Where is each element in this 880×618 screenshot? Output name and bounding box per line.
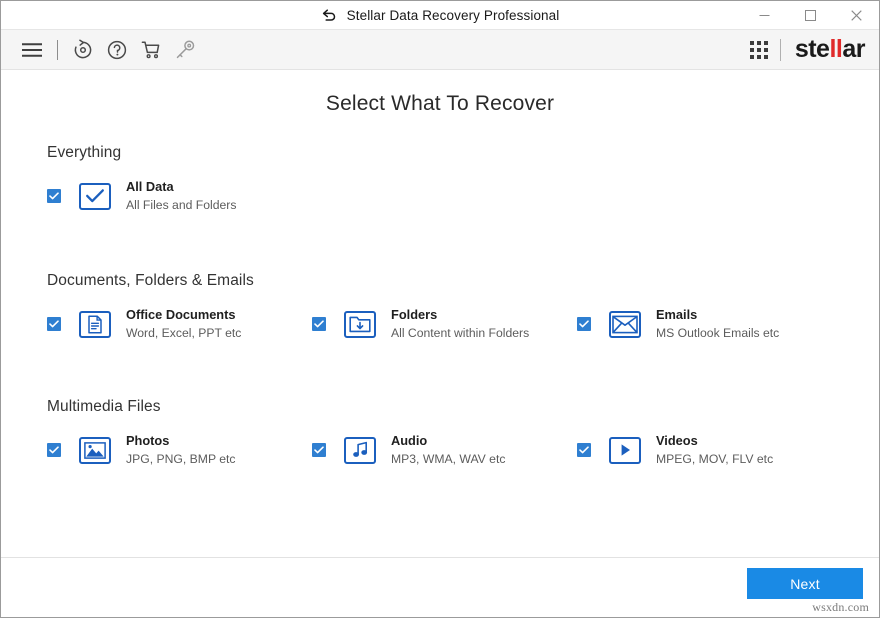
app-window: Stellar Data Recovery Professional stell… [0, 0, 880, 618]
next-button[interactable]: Next [747, 568, 863, 599]
checkbox-emails[interactable] [577, 317, 591, 331]
section-title: Multimedia Files [47, 398, 161, 415]
toolbar-right-group: stellar [749, 30, 866, 70]
envelope-icon[interactable] [609, 310, 641, 338]
option-sublabel: MPEG, MOV, FLV etc [656, 452, 774, 466]
logo-prefix: ste [794, 34, 830, 63]
option-labels: Emails MS Outlook Emails etc [656, 306, 779, 342]
option-emails[interactable]: Emails MS Outlook Emails etc [577, 306, 842, 342]
key-icon[interactable] [168, 35, 202, 65]
main-content: Select What To Recover Everything All Da… [1, 70, 879, 557]
toolbar-divider-right [779, 39, 781, 61]
option-sublabel: JPG, PNG, BMP etc [126, 452, 236, 466]
option-label: Folders [391, 307, 438, 322]
window-controls [741, 1, 879, 30]
refresh-restore-icon[interactable] [66, 35, 100, 65]
option-labels: Photos JPG, PNG, BMP etc [126, 432, 236, 468]
page-title: Select What To Recover [325, 92, 555, 115]
checkbox-videos[interactable] [577, 443, 591, 457]
help-icon[interactable] [100, 35, 134, 65]
hamburger-menu-icon[interactable] [15, 35, 49, 65]
logo-accent: ll [829, 34, 843, 63]
toolbar-left-group [15, 35, 202, 65]
checkbox-audio[interactable] [312, 443, 326, 457]
option-office-documents[interactable]: Office Documents Word, Excel, PPT etc [47, 306, 312, 342]
option-row: All Data All Files and Folders [47, 178, 879, 214]
option-sublabel: All Files and Folders [126, 198, 237, 212]
section-documents: Documents, Folders & Emails Office Docum… [1, 272, 879, 342]
apps-grid-icon[interactable] [749, 41, 768, 59]
option-all-data[interactable]: All Data All Files and Folders [47, 178, 312, 214]
play-icon[interactable] [609, 436, 641, 464]
photo-icon[interactable] [79, 436, 111, 464]
check-badge-icon[interactable] [79, 182, 111, 210]
option-row: Photos JPG, PNG, BMP etc Audio MP3, WMA,… [47, 432, 879, 468]
option-label: All Data [126, 179, 174, 194]
title-group: Stellar Data Recovery Professional [321, 8, 560, 23]
folder-download-icon[interactable] [344, 310, 376, 338]
section-title: Documents, Folders & Emails [47, 272, 254, 289]
checkbox-all-data[interactable] [47, 189, 61, 203]
section-multimedia: Multimedia Files Photos JPG, PNG, BMP et… [1, 398, 879, 468]
watermark: wsxdn.com [812, 600, 869, 614]
checkbox-photos[interactable] [47, 443, 61, 457]
option-labels: Folders All Content within Folders [391, 306, 529, 342]
title-bar: Stellar Data Recovery Professional [1, 1, 879, 30]
option-sublabel: MS Outlook Emails etc [656, 326, 780, 340]
document-icon[interactable] [79, 310, 111, 338]
window-title: Stellar Data Recovery Professional [346, 7, 560, 23]
option-sublabel: All Content within Folders [391, 326, 530, 340]
option-photos[interactable]: Photos JPG, PNG, BMP etc [47, 432, 312, 468]
option-sublabel: MP3, WMA, WAV etc [391, 452, 506, 466]
option-audio[interactable]: Audio MP3, WMA, WAV etc [312, 432, 577, 468]
option-folders[interactable]: Folders All Content within Folders [312, 306, 577, 342]
option-row: Office Documents Word, Excel, PPT etc Fo… [47, 306, 879, 342]
option-labels: All Data All Files and Folders [126, 178, 236, 214]
footer-bar: Next wsxdn.com [1, 557, 879, 617]
cart-icon[interactable] [134, 35, 168, 65]
logo-suffix: ar [842, 34, 865, 63]
option-label: Emails [656, 307, 698, 322]
section-title: Everything [47, 144, 122, 161]
option-labels: Office Documents Word, Excel, PPT etc [126, 306, 241, 342]
option-labels: Videos MPEG, MOV, FLV etc [656, 432, 773, 468]
music-note-icon[interactable] [344, 436, 376, 464]
close-button[interactable] [833, 1, 879, 30]
checkbox-folders[interactable] [312, 317, 326, 331]
option-label: Office Documents [126, 307, 236, 322]
option-videos[interactable]: Videos MPEG, MOV, FLV etc [577, 432, 842, 468]
option-label: Videos [656, 433, 698, 448]
toolbar-divider [57, 39, 58, 60]
section-everything: Everything All Data All Files and Folder… [1, 144, 879, 214]
back-arrow-icon[interactable] [321, 8, 338, 23]
option-sublabel: Word, Excel, PPT etc [126, 326, 242, 340]
minimize-button[interactable] [741, 1, 787, 30]
checkbox-office-documents[interactable] [47, 317, 61, 331]
stellar-logo: stellar [794, 34, 866, 63]
option-label: Audio [391, 433, 428, 448]
toolbar: stellar [1, 30, 879, 70]
maximize-button[interactable] [787, 1, 833, 30]
option-label: Photos [126, 433, 170, 448]
option-labels: Audio MP3, WMA, WAV etc [391, 432, 505, 468]
